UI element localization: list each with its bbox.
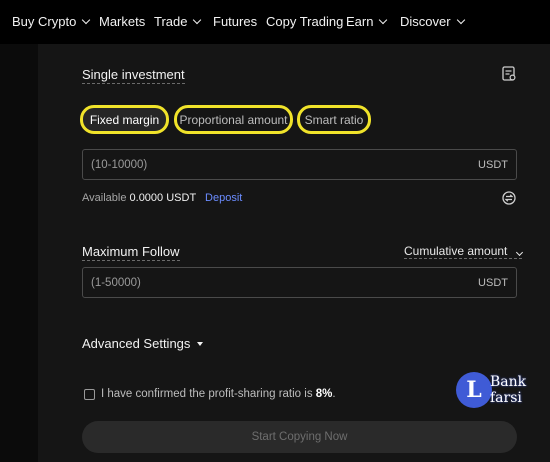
start-copying-button[interactable]: Start Copying Now xyxy=(82,421,517,453)
maximum-follow-field: USDT xyxy=(82,267,517,298)
nav-futures-label: Futures xyxy=(213,14,258,29)
nav-buy-crypto-label: Buy Crypto xyxy=(12,14,77,29)
investment-amount-field: USDT xyxy=(82,149,517,180)
mode-fixed-margin-label: Fixed margin xyxy=(89,112,160,127)
swap-icon[interactable] xyxy=(502,191,516,205)
start-copying-label: Start Copying Now xyxy=(251,431,348,443)
watermark-logo: L xyxy=(456,372,492,408)
advanced-settings-toggle[interactable]: Advanced Settings xyxy=(82,336,204,351)
watermark-logo-letter: L xyxy=(466,377,482,403)
chevron-down-icon xyxy=(515,248,523,257)
nav-trade[interactable]: Trade xyxy=(154,14,202,29)
document-icon[interactable] xyxy=(502,66,516,82)
chevron-down-icon xyxy=(193,15,202,25)
nav-earn-label: Earn xyxy=(346,14,374,29)
maximum-follow-title: Maximum Follow xyxy=(82,244,180,261)
nav-copy-trading-label: Copy Trading xyxy=(266,14,344,29)
nav-markets-label: Markets xyxy=(99,14,146,29)
mode-smart-ratio-label: Smart ratio xyxy=(304,112,364,127)
single-investment-title: Single investment xyxy=(82,67,185,84)
available-label: Available xyxy=(82,192,127,204)
deposit-link[interactable]: Deposit xyxy=(205,192,242,204)
investment-amount-unit: USDT xyxy=(478,159,508,171)
caret-down-icon xyxy=(197,341,204,346)
nav-discover[interactable]: Discover xyxy=(400,14,465,29)
nav-copy-trading[interactable]: Copy Trading xyxy=(266,14,343,29)
chevron-down-icon xyxy=(379,15,388,25)
cumulative-amount-label: Cumulative amount xyxy=(404,244,508,258)
available-balance: Available 0.0000 USDT Deposit xyxy=(82,192,242,204)
mode-smart-ratio-button[interactable]: Smart ratio xyxy=(297,105,371,134)
mode-proportional-amount-label: Proportional amount xyxy=(179,112,288,127)
nav-buy-crypto[interactable]: Buy Crypto xyxy=(12,14,91,29)
watermark-text: Bank farsi xyxy=(490,374,526,406)
available-value: 0.0000 USDT xyxy=(129,192,196,204)
nav-discover-label: Discover xyxy=(400,14,451,29)
chevron-down-icon xyxy=(456,15,465,25)
maximum-follow-unit: USDT xyxy=(478,277,508,289)
confirm-text: I have confirmed the profit-sharing rati… xyxy=(101,388,313,400)
mode-proportional-amount-button[interactable]: Proportional amount xyxy=(174,105,293,134)
profit-sharing-ratio: 8% xyxy=(315,388,333,400)
watermark-line1: Bank xyxy=(490,374,527,390)
nav-markets[interactable]: Markets xyxy=(99,14,145,29)
watermark-line2: farsi xyxy=(490,390,522,406)
investment-amount-input[interactable] xyxy=(83,150,443,179)
confirm-period: . xyxy=(332,388,336,400)
confirm-checkbox[interactable] xyxy=(84,388,95,400)
profit-sharing-confirmation: I have confirmed the profit-sharing rati… xyxy=(84,388,336,400)
nav-earn[interactable]: Earn xyxy=(346,14,388,29)
top-navigation: Buy Crypto Markets Trade Futures Copy Tr… xyxy=(0,0,550,44)
nav-futures[interactable]: Futures xyxy=(213,14,257,29)
mode-fixed-margin-button[interactable]: Fixed margin xyxy=(80,105,169,134)
cumulative-amount-dropdown[interactable]: Cumulative amount xyxy=(404,244,523,259)
advanced-settings-label: Advanced Settings xyxy=(82,336,191,351)
maximum-follow-input[interactable] xyxy=(83,268,443,297)
chevron-down-icon xyxy=(82,15,91,25)
nav-trade-label: Trade xyxy=(154,14,188,29)
